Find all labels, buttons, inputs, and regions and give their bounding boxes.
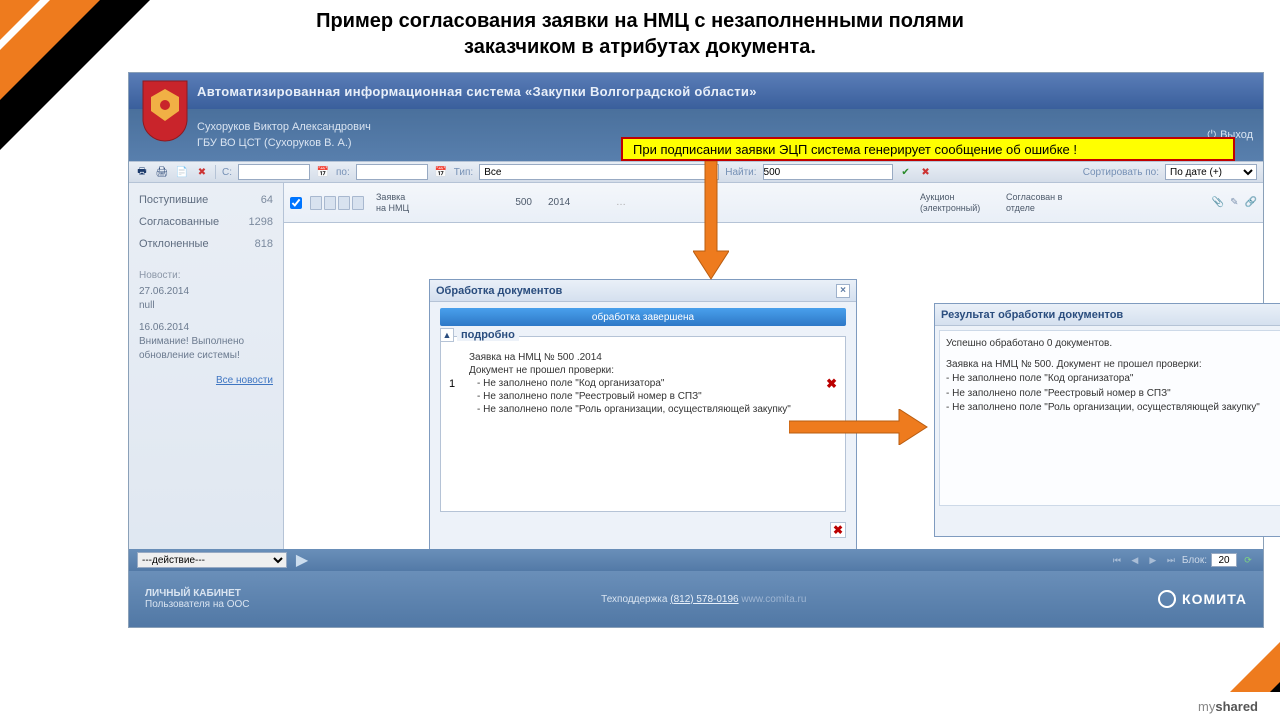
- table-row[interactable]: Заявка на НМЦ 500 2014 … Аукцион (электр…: [284, 183, 1263, 223]
- error-callout: При подписании заявки ЭЦП система генери…: [621, 137, 1235, 161]
- result-dialog: Результат обработки документов × Успешно…: [934, 303, 1280, 537]
- watermark: myshared: [1198, 699, 1258, 714]
- row-checkbox[interactable]: [290, 197, 302, 209]
- block-label: Блок:: [1182, 555, 1207, 566]
- bottom-toolbar: ---действие--- ▶ ⏮ ◀ ▶ ⏭ Блок: ⟳: [129, 549, 1263, 571]
- delete-row-icon[interactable]: ✖: [826, 376, 837, 392]
- type-select[interactable]: Все: [479, 164, 719, 180]
- row-icons: [310, 196, 364, 210]
- from-label: С:: [222, 167, 232, 178]
- row-desc: …: [612, 197, 908, 208]
- print-icon[interactable]: 🖨: [155, 165, 169, 179]
- processing-dialog: Обработка документов × обработка заверше…: [429, 279, 857, 553]
- support-info: Техподдержка (812) 578-0196 www.comita.r…: [601, 594, 806, 605]
- sidebar-item-rejected[interactable]: Отклоненные818: [129, 233, 283, 255]
- refresh-icon[interactable]: ⟳: [1241, 553, 1255, 567]
- app-window: Автоматизированная информационная систем…: [128, 72, 1264, 628]
- sort-label: Сортировать по:: [1083, 167, 1159, 178]
- pager: ⏮ ◀ ▶ ⏭ Блок: ⟳: [1110, 553, 1255, 567]
- brand-logo: КОМИТА: [1158, 590, 1247, 608]
- app-footer: ЛИЧНЫЙ КАБИНЕТ Пользователя на ООС Техпо…: [129, 571, 1263, 627]
- progress-bar: обработка завершена: [440, 308, 846, 326]
- user-info: Сухоруков Виктор Александрович ГБУ ВО ЦС…: [197, 119, 371, 152]
- to-date-input[interactable]: [356, 164, 428, 180]
- first-page-icon[interactable]: ⏮: [1110, 553, 1124, 567]
- find-input[interactable]: [763, 164, 893, 180]
- collapse-icon[interactable]: ▲: [440, 328, 454, 342]
- app-title: Автоматизированная информационная систем…: [197, 84, 757, 99]
- search-clear-icon[interactable]: ✖: [919, 165, 933, 179]
- block-input[interactable]: [1211, 553, 1237, 567]
- row-title: Заявка на НМЦ: [372, 192, 418, 214]
- slide-title: Пример согласования заявки на НМЦ с неза…: [0, 8, 1280, 60]
- prev-page-icon[interactable]: ◀: [1128, 553, 1142, 567]
- type-label: Тип:: [454, 167, 473, 178]
- sidebar-item-incoming[interactable]: Поступившие64: [129, 189, 283, 211]
- calendar-icon[interactable]: 📅: [434, 165, 448, 179]
- all-news-link[interactable]: Все новости: [129, 369, 283, 392]
- sidebar-item-approved[interactable]: Согласованные1298: [129, 211, 283, 233]
- refresh-icon[interactable]: 🖶: [135, 165, 149, 179]
- close-button[interactable]: ✖: [830, 522, 846, 538]
- personal-cabinet[interactable]: ЛИЧНЫЙ КАБИНЕТ Пользователя на ООС: [145, 588, 250, 610]
- result-body: Успешно обработано 0 документов. Заявка …: [939, 330, 1280, 506]
- sidebar: Поступившие64 Согласованные1298 Отклонен…: [129, 183, 284, 591]
- calendar-icon[interactable]: 📅: [316, 165, 330, 179]
- from-date-input[interactable]: [238, 164, 310, 180]
- app-header: Автоматизированная информационная систем…: [129, 73, 1263, 109]
- edit-icon[interactable]: ✎: [1230, 197, 1238, 208]
- to-label: по:: [336, 167, 350, 178]
- details-label: подробно: [457, 329, 519, 341]
- news-block: Новости: 27.06.2014 null 16.06.2014 Вним…: [129, 255, 283, 369]
- row-actions: 📎 ✎ 🔗: [1212, 197, 1257, 208]
- find-label: Найти:: [725, 167, 756, 178]
- dialog-title: Обработка документов: [436, 285, 562, 297]
- close-icon[interactable]: ×: [836, 284, 850, 298]
- delete-icon[interactable]: ✖: [195, 165, 209, 179]
- next-page-icon[interactable]: ▶: [1146, 553, 1160, 567]
- row-number: 500: [426, 197, 536, 208]
- export-icon[interactable]: 📄: [175, 165, 189, 179]
- row-date: 2014: [544, 197, 604, 208]
- dialog-title: Результат обработки документов: [941, 309, 1123, 321]
- search-go-icon[interactable]: ✔: [899, 165, 913, 179]
- clip-icon[interactable]: 🔗: [1245, 197, 1257, 208]
- last-page-icon[interactable]: ⏭: [1164, 553, 1178, 567]
- action-select[interactable]: ---действие---: [137, 552, 287, 568]
- row-type: Аукцион (электронный): [916, 192, 994, 214]
- coat-of-arms-icon: [139, 79, 191, 143]
- go-icon[interactable]: ▶: [295, 553, 309, 567]
- attach-icon[interactable]: 📎: [1212, 197, 1224, 208]
- row-status: Согласован в отделе: [1002, 192, 1078, 214]
- support-phone[interactable]: (812) 578-0196: [670, 594, 738, 605]
- toolbar: 🖶 🖨 📄 ✖ С: 📅 по: 📅 Тип: Все Найти: ✔ ✖ С…: [129, 161, 1263, 183]
- sort-select[interactable]: По дате (+): [1165, 164, 1257, 180]
